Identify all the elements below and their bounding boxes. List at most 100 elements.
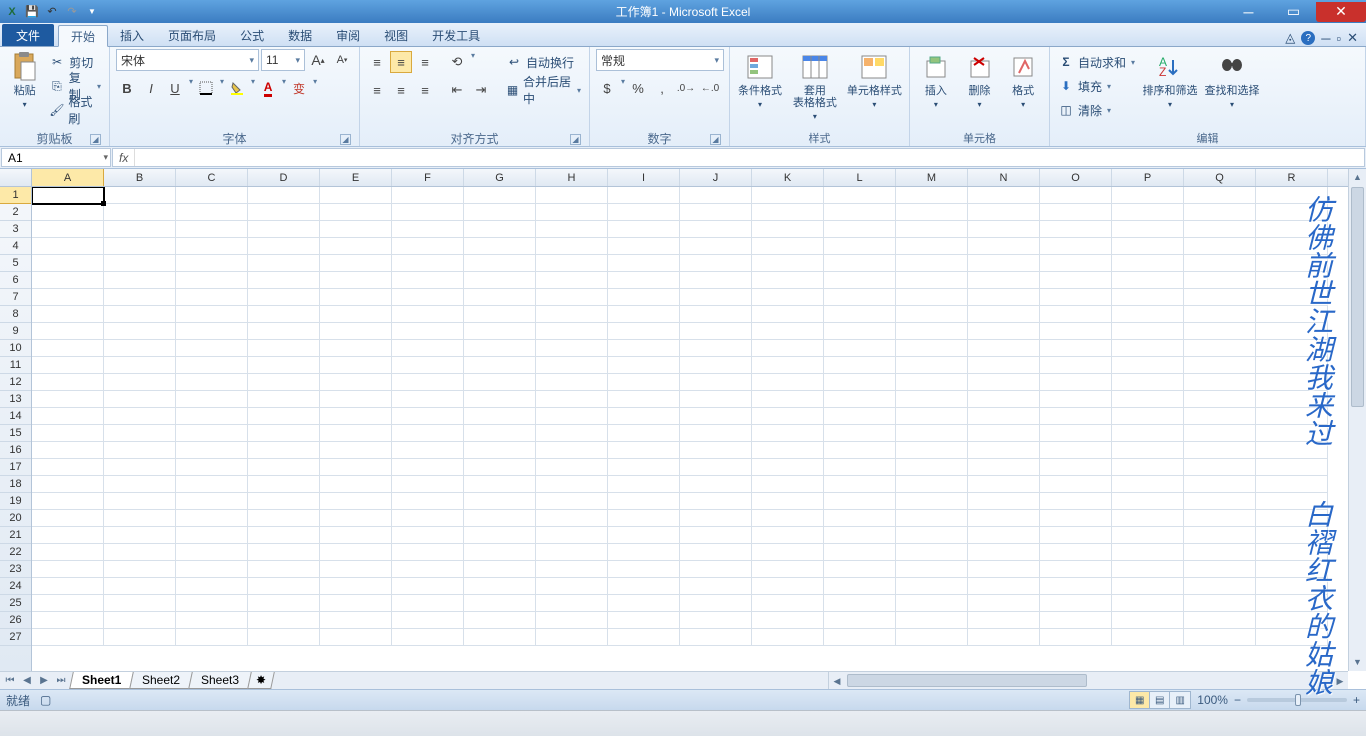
column-header[interactable]: C	[176, 169, 248, 186]
cell[interactable]	[608, 561, 680, 578]
qat-dropdown-icon[interactable]: ▼	[84, 4, 100, 20]
row-header[interactable]: 6	[0, 272, 31, 289]
cell[interactable]	[32, 255, 104, 272]
cell[interactable]	[392, 306, 464, 323]
cell[interactable]	[536, 595, 608, 612]
column-header[interactable]: J	[680, 169, 752, 186]
cell[interactable]	[896, 442, 968, 459]
cell[interactable]	[1184, 272, 1256, 289]
cell[interactable]	[680, 340, 752, 357]
cell[interactable]	[104, 544, 176, 561]
cell[interactable]	[896, 544, 968, 561]
cell[interactable]	[176, 544, 248, 561]
cell[interactable]	[1040, 272, 1112, 289]
cell[interactable]	[1184, 578, 1256, 595]
cell[interactable]	[32, 221, 104, 238]
cell[interactable]	[464, 391, 536, 408]
cell[interactable]	[32, 323, 104, 340]
cell[interactable]	[392, 442, 464, 459]
cell[interactable]	[824, 204, 896, 221]
cell[interactable]	[320, 374, 392, 391]
cell[interactable]	[536, 204, 608, 221]
cell[interactable]	[1184, 306, 1256, 323]
cell[interactable]	[680, 476, 752, 493]
cell[interactable]	[536, 187, 608, 204]
decrease-decimal-button[interactable]: ←.0	[699, 77, 721, 99]
cell[interactable]	[1040, 476, 1112, 493]
percent-button[interactable]: %	[627, 77, 649, 99]
cell[interactable]	[1040, 459, 1112, 476]
cell[interactable]	[680, 629, 752, 646]
conditional-format-button[interactable]: 条件格式▾	[736, 49, 784, 127]
cell[interactable]	[176, 527, 248, 544]
cell[interactable]	[896, 527, 968, 544]
zoom-out-button[interactable]: −	[1234, 693, 1241, 707]
cell[interactable]	[896, 612, 968, 629]
cell[interactable]	[392, 255, 464, 272]
normal-view-button[interactable]: ▦	[1130, 692, 1150, 708]
cell[interactable]	[1184, 425, 1256, 442]
cell[interactable]	[1040, 238, 1112, 255]
cell[interactable]	[392, 459, 464, 476]
cell[interactable]	[608, 289, 680, 306]
cell[interactable]	[1040, 408, 1112, 425]
cell[interactable]	[176, 612, 248, 629]
cell[interactable]	[104, 204, 176, 221]
cell[interactable]	[896, 459, 968, 476]
cell[interactable]	[896, 595, 968, 612]
cell[interactable]	[608, 340, 680, 357]
cell[interactable]	[1184, 408, 1256, 425]
cell[interactable]	[1112, 255, 1184, 272]
cell[interactable]	[1112, 442, 1184, 459]
cell[interactable]	[1040, 221, 1112, 238]
cell[interactable]	[176, 425, 248, 442]
cell[interactable]	[392, 221, 464, 238]
cell[interactable]	[680, 595, 752, 612]
cell[interactable]	[1184, 255, 1256, 272]
cell[interactable]	[1040, 561, 1112, 578]
cell[interactable]	[1112, 357, 1184, 374]
autosum-button[interactable]: Σ自动求和▾	[1056, 51, 1137, 73]
cell[interactable]	[968, 612, 1040, 629]
cell[interactable]	[320, 289, 392, 306]
increase-indent-button[interactable]: ⇥	[470, 79, 492, 101]
cell[interactable]	[896, 629, 968, 646]
cell[interactable]	[968, 204, 1040, 221]
number-format-combo[interactable]: 常规▾	[596, 49, 724, 71]
cell[interactable]	[32, 629, 104, 646]
row-header[interactable]: 10	[0, 340, 31, 357]
cell[interactable]	[176, 391, 248, 408]
cell[interactable]	[968, 510, 1040, 527]
cell[interactable]	[32, 561, 104, 578]
cell[interactable]	[464, 323, 536, 340]
sort-filter-button[interactable]: AZ 排序和筛选▾	[1141, 49, 1199, 127]
cell[interactable]	[680, 578, 752, 595]
cell[interactable]	[32, 391, 104, 408]
cell[interactable]	[104, 323, 176, 340]
cell[interactable]	[248, 323, 320, 340]
workbook-restore-icon[interactable]: ▫	[1336, 31, 1341, 46]
cell[interactable]	[1040, 391, 1112, 408]
cell[interactable]	[608, 459, 680, 476]
tab-formulas[interactable]: 公式	[228, 24, 276, 46]
cell[interactable]	[320, 612, 392, 629]
cell[interactable]	[608, 323, 680, 340]
cell[interactable]	[608, 629, 680, 646]
cell[interactable]	[320, 595, 392, 612]
cell[interactable]	[464, 204, 536, 221]
cell[interactable]	[1040, 527, 1112, 544]
cell[interactable]	[104, 527, 176, 544]
cell[interactable]	[104, 374, 176, 391]
cell[interactable]	[1112, 340, 1184, 357]
cell[interactable]	[1040, 357, 1112, 374]
cell[interactable]	[248, 425, 320, 442]
cell[interactable]	[392, 340, 464, 357]
cell[interactable]	[824, 544, 896, 561]
cell[interactable]	[1112, 374, 1184, 391]
cell[interactable]	[104, 272, 176, 289]
cell[interactable]	[824, 374, 896, 391]
cell[interactable]	[392, 527, 464, 544]
cell[interactable]	[752, 340, 824, 357]
cell[interactable]	[392, 408, 464, 425]
undo-icon[interactable]: ↶	[44, 4, 60, 20]
